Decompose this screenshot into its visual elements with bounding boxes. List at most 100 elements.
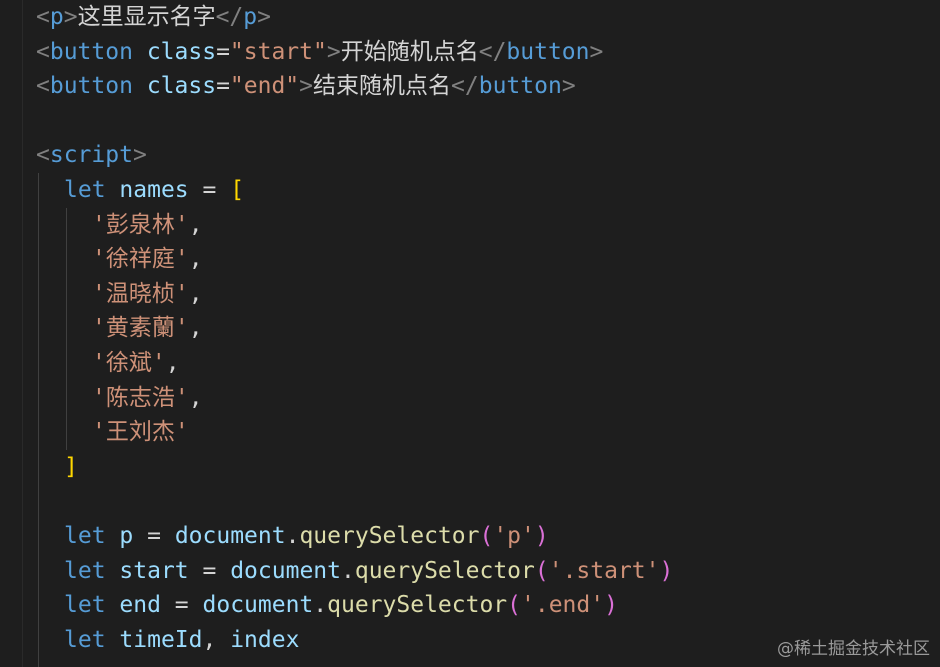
dot: .	[285, 522, 300, 549]
equals-sign: =	[216, 73, 230, 100]
keyword: let	[64, 592, 106, 619]
equals-sign: =	[216, 38, 230, 65]
array-item: '彭泉林',	[36, 208, 940, 243]
attribute-name: class	[146, 73, 217, 100]
string-literal: '陈志浩'	[92, 384, 189, 411]
paren-open: (	[534, 557, 549, 584]
array-item: '陈志浩',	[36, 381, 940, 416]
variable-name: p	[119, 522, 134, 549]
tag-close-bracket: >	[63, 4, 78, 30]
watermark: @稀土掘金技术社区	[777, 639, 930, 659]
object-name: document	[174, 522, 286, 549]
string-literal: '.end'	[521, 592, 605, 619]
paren-close: )	[604, 592, 618, 619]
gutter-border	[22, 0, 23, 667]
paren-close: )	[659, 557, 674, 584]
tag-name: button	[478, 73, 562, 100]
tag-close-bracket: >	[257, 4, 271, 30]
code-area[interactable]: <p>这里显示名字</p> <button class="start">开始随机…	[36, 0, 940, 657]
text-content: 结束随机点名	[313, 73, 452, 100]
function-name: querySelector	[299, 522, 480, 549]
array-open-bracket: [	[230, 176, 245, 203]
tag-open-bracket: <	[36, 38, 50, 65]
tag-open-bracket: <	[36, 142, 50, 169]
keyword: let	[64, 626, 106, 653]
code-line-6: let names = [	[36, 173, 940, 208]
string-literal: '王刘杰'	[92, 419, 189, 446]
tag-close-bracket: >	[132, 142, 147, 169]
object-name: document	[202, 592, 314, 619]
tag-open-bracket: </	[215, 4, 244, 30]
keyword: let	[64, 522, 106, 549]
code-line-17: let start = document.querySelector('.sta…	[36, 554, 940, 589]
text-content: 这里显示名字	[77, 4, 216, 30]
code-line-3: <button class="end">结束随机点名</button>	[36, 69, 940, 104]
array-item: '黄素蘭',	[36, 311, 940, 346]
separator: ,	[202, 626, 231, 653]
string-literal: '徐祥庭'	[92, 246, 189, 273]
variable-name: end	[119, 592, 161, 619]
string-literal: '.start'	[548, 557, 660, 584]
code-line-5: <script>	[36, 138, 940, 173]
tag-open-bracket: <	[36, 73, 50, 100]
array-item: '王刘杰'	[36, 415, 940, 450]
assign-operator: =	[160, 592, 203, 619]
variable-name: names	[119, 176, 189, 203]
function-name: querySelector	[327, 592, 508, 619]
dot: .	[313, 592, 328, 619]
attribute-value: "end"	[229, 73, 300, 100]
code-editor[interactable]: <p>这里显示名字</p> <button class="start">开始随机…	[0, 0, 940, 667]
assign-operator: =	[188, 557, 231, 584]
comma: ,	[188, 211, 203, 238]
tag-open-bracket: </	[451, 73, 479, 100]
comma: ,	[188, 384, 203, 411]
assign-operator: =	[133, 522, 175, 549]
keyword: let	[64, 557, 106, 584]
attribute-value: "start"	[229, 38, 327, 65]
tag-open-bracket: <	[36, 4, 50, 30]
variable-name: start	[119, 557, 189, 584]
comma: ,	[188, 315, 203, 342]
dot: .	[340, 557, 355, 584]
string-literal: '黄素蘭'	[92, 315, 189, 342]
array-item: '徐斌',	[36, 346, 940, 381]
tag-close-bracket: >	[589, 38, 604, 65]
array-close-bracket: ]	[64, 453, 78, 480]
string-literal: '彭泉林'	[92, 211, 189, 238]
string-literal: 'p'	[493, 522, 535, 549]
tag-name: button	[506, 38, 590, 65]
variable-name: index	[230, 626, 300, 653]
code-line-2: <button class="start">开始随机点名</button>	[36, 35, 940, 70]
tag-close-bracket: >	[299, 73, 314, 100]
comma: ,	[188, 246, 203, 273]
tag-name: p	[243, 4, 258, 30]
comma: ,	[165, 349, 180, 376]
array-item: '温晓桢',	[36, 277, 940, 312]
function-name: querySelector	[354, 557, 535, 584]
comma: ,	[188, 280, 203, 307]
tag-name: script	[49, 142, 133, 169]
paren-open: (	[479, 522, 494, 549]
code-line-1: <p>这里显示名字</p>	[36, 0, 940, 35]
code-line-18: let end = document.querySelector('.end')	[36, 588, 940, 623]
text-content: 开始随机点名	[340, 38, 479, 65]
tag-name: p	[49, 4, 64, 30]
variable-name: timeId	[119, 626, 203, 653]
paren-close: )	[534, 522, 549, 549]
paren-open: (	[507, 592, 522, 619]
assign-operator: =	[188, 176, 231, 203]
gutter	[0, 0, 22, 667]
tag-name: button	[49, 38, 133, 65]
code-line-14: ]	[36, 450, 940, 485]
attribute-name: class	[146, 38, 217, 65]
code-line-16: let p = document.querySelector('p')	[36, 519, 940, 554]
object-name: document	[230, 557, 341, 584]
keyword: let	[64, 176, 106, 203]
string-literal: '温晓桢'	[92, 280, 189, 307]
tag-close-bracket: >	[326, 38, 341, 65]
array-item: '徐祥庭',	[36, 242, 940, 277]
string-literal: '徐斌'	[92, 349, 166, 376]
tag-name: button	[49, 73, 133, 100]
